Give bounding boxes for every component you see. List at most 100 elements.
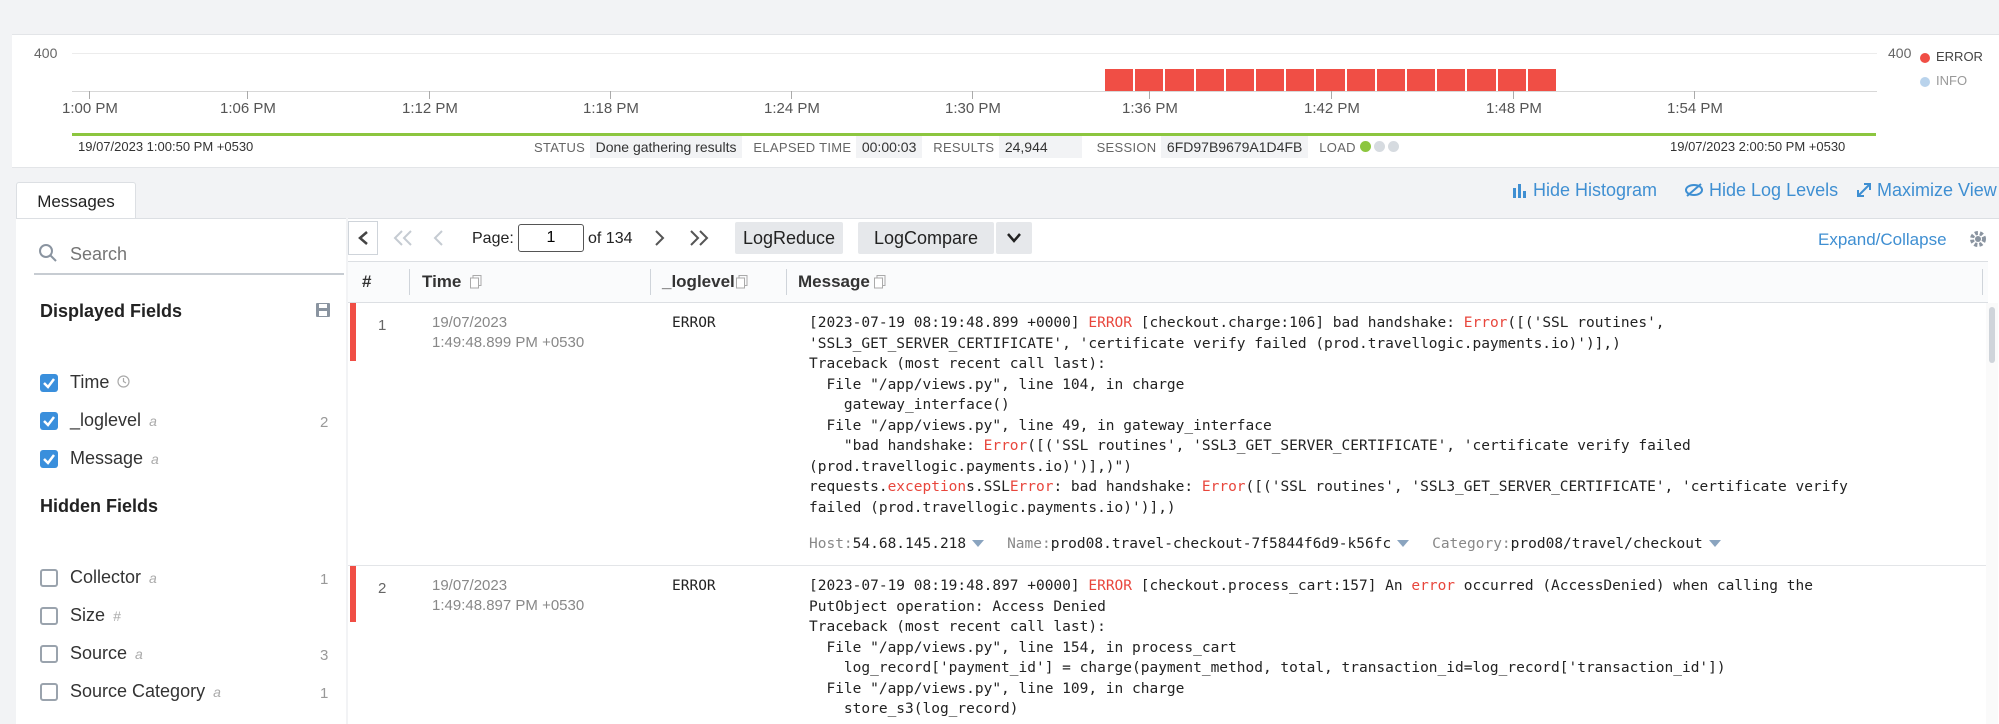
hide-histogram-button[interactable]: Hide Histogram [1512, 180, 1657, 201]
table-row[interactable]: 1 19/07/2023 1:49:48.899 PM +0530 ERROR … [348, 303, 1988, 566]
prev-page-icon[interactable] [432, 229, 444, 247]
expand-arrows-icon [1857, 183, 1871, 197]
field-type: a [151, 451, 159, 467]
message-line: gateway_interface() [809, 395, 1848, 416]
checkbox-unchecked[interactable] [40, 683, 58, 701]
highlighted-term: Error [1009, 479, 1054, 495]
save-icon[interactable] [316, 303, 330, 317]
histogram-panel: 400 400 1:00 PM 1:06 PM 1:12 PM 1:18 PM 1:24… [12, 34, 1999, 168]
histogram-bar[interactable] [1105, 69, 1134, 91]
histogram-bar[interactable] [1527, 69, 1556, 91]
copy-icon[interactable] [736, 275, 748, 289]
histogram-bar[interactable] [1497, 69, 1526, 91]
message-line: failed (prod.travellogic.payments.io)')]… [809, 498, 1848, 519]
x-axis-tick [1331, 91, 1332, 99]
x-axis-tick-label: 1:00 PM [62, 100, 118, 117]
legend-error-label: ERROR [1936, 49, 1983, 64]
histogram-bar[interactable] [1346, 69, 1375, 91]
histogram-bar[interactable] [1286, 69, 1315, 91]
field-item[interactable]: Source a 3 [40, 641, 340, 667]
row-timestamp: 1:49:48.897 PM +0530 [432, 597, 585, 614]
search-input[interactable] [68, 239, 332, 269]
scrollbar-track[interactable] [1986, 303, 1998, 724]
page-number-input[interactable] [518, 224, 584, 252]
highlighted-term: exception [887, 479, 967, 495]
last-page-icon[interactable] [688, 229, 710, 247]
x-axis-tick [1513, 91, 1514, 99]
field-item[interactable]: Time [40, 370, 340, 396]
category-label: Category: [1432, 536, 1511, 552]
legend-error[interactable]: ERROR [1920, 49, 1983, 64]
gridline [72, 53, 1877, 54]
checkbox-checked[interactable] [40, 374, 58, 392]
next-page-icon[interactable] [654, 229, 666, 247]
chevron-down-icon [1007, 233, 1021, 243]
scrollbar-thumb[interactable] [1989, 307, 1995, 363]
gear-icon[interactable] [1968, 229, 1988, 249]
histogram-bar[interactable] [1256, 69, 1285, 91]
checkbox-unchecked[interactable] [40, 645, 58, 663]
message-line: requests.exceptions.SSLError: bad handsh… [809, 477, 1848, 498]
message-text: failed (prod.travellogic.payments.io)')]… [809, 499, 1176, 516]
field-search[interactable] [34, 235, 344, 275]
first-page-icon[interactable] [392, 229, 414, 247]
column-divider[interactable] [650, 269, 651, 295]
time-range-bar[interactable] [72, 133, 1876, 136]
expand-collapse-button[interactable]: Expand/Collapse [1818, 230, 1947, 250]
message-text: File "/app/views.py", line 109, in charg… [809, 680, 1185, 697]
column-divider[interactable] [1982, 269, 1983, 295]
histogram-bar[interactable] [1165, 69, 1194, 91]
field-count: 1 [320, 571, 329, 588]
histogram-bar[interactable] [1437, 69, 1466, 91]
column-header-loglevel[interactable]: _loglevel [662, 272, 735, 292]
checkbox-unchecked[interactable] [40, 569, 58, 587]
copy-icon[interactable] [470, 275, 482, 289]
hide-log-levels-button[interactable]: Hide Log Levels [1684, 180, 1838, 201]
histogram-bar[interactable] [1407, 69, 1436, 91]
field-item[interactable]: Collector a 1 [40, 565, 340, 591]
logcompare-dropdown-button[interactable] [996, 222, 1032, 254]
field-item[interactable]: Size # [40, 603, 340, 629]
field-count: 2 [320, 414, 329, 431]
range-end: 19/07/2023 2:00:50 PM +0530 [1670, 139, 1846, 154]
collapse-sidebar-button[interactable] [348, 221, 378, 255]
histogram-bar[interactable] [1195, 69, 1224, 91]
copy-icon[interactable] [874, 275, 886, 289]
field-item[interactable]: _loglevel a 2 [40, 408, 340, 434]
legend-info[interactable]: INFO [1920, 73, 1967, 88]
hidden-fields-title: Hidden Fields [40, 496, 159, 516]
logreduce-button[interactable]: LogReduce [735, 222, 843, 254]
category-dropdown-icon[interactable] [1708, 540, 1721, 548]
tab-messages[interactable]: Messages [16, 182, 136, 219]
maximize-view-button[interactable]: Maximize View [1856, 180, 1997, 201]
field-item[interactable]: Source Category a 1 [40, 679, 340, 705]
legend-info-label: INFO [1936, 73, 1968, 88]
error-level-stripe [350, 303, 356, 361]
histogram-bar[interactable] [1316, 69, 1345, 91]
checkbox-checked[interactable] [40, 412, 58, 430]
row-message[interactable]: [2023-07-19 08:19:48.897 +0000] ERROR [c… [809, 576, 1813, 720]
row-number: 2 [378, 580, 387, 597]
message-line: Traceback (most recent call last): [809, 617, 1813, 638]
histogram-bar[interactable] [1467, 69, 1496, 91]
table-row[interactable]: 2 19/07/2023 1:49:48.897 PM +0530 ERROR … [348, 566, 1988, 724]
host-value[interactable]: 54.68.145.218 [853, 536, 967, 552]
logcompare-button[interactable]: LogCompare [858, 222, 994, 254]
row-message[interactable]: [2023-07-19 08:19:48.899 +0000] ERROR [c… [809, 313, 1848, 518]
checkbox-unchecked[interactable] [40, 607, 58, 625]
column-header-message[interactable]: Message [798, 272, 870, 292]
name-dropdown-icon[interactable] [1397, 540, 1410, 548]
name-value[interactable]: prod08.travel-checkout-7f5844f6d9-k56fc [1051, 536, 1391, 552]
column-divider[interactable] [786, 269, 787, 295]
field-name: Source Category a [70, 681, 221, 701]
column-header-time[interactable]: Time [422, 272, 461, 292]
histogram-bar[interactable] [1376, 69, 1405, 91]
row-loglevel: ERROR [672, 315, 716, 331]
column-divider[interactable] [409, 269, 410, 295]
field-item[interactable]: Message a [40, 446, 340, 472]
checkbox-checked[interactable] [40, 450, 58, 468]
category-value[interactable]: prod08/travel/checkout [1511, 536, 1703, 552]
histogram-bar[interactable] [1225, 69, 1254, 91]
host-dropdown-icon[interactable] [972, 540, 985, 548]
histogram-bar[interactable] [1135, 69, 1164, 91]
